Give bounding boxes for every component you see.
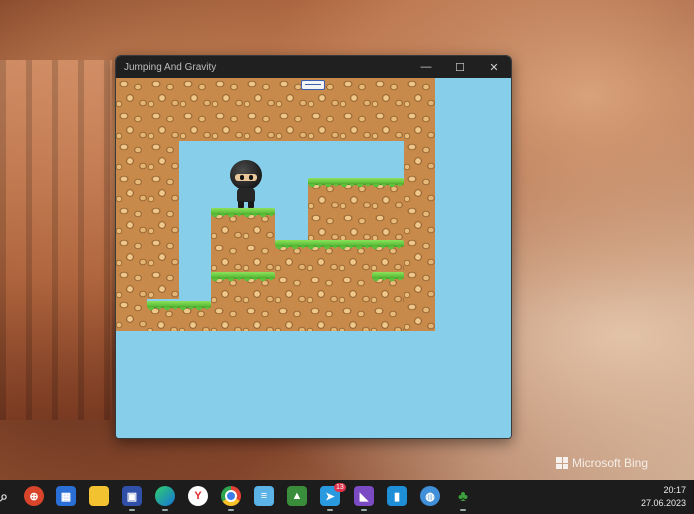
- window-controls: — ☐ ✕: [409, 56, 511, 78]
- yandex-icon[interactable]: Y: [188, 486, 208, 506]
- taskbar-running-indicator: [327, 509, 333, 511]
- taskbar-running-indicator: [162, 509, 168, 511]
- floppy-app-icon[interactable]: ▣: [122, 486, 142, 506]
- store-icon[interactable]: ▦: [56, 486, 76, 506]
- rock-wall-top: [116, 78, 435, 141]
- edge-icon[interactable]: [155, 486, 175, 506]
- player-body: [237, 188, 255, 202]
- player-eye-right: [249, 175, 253, 180]
- taskbar-running-indicator: [460, 509, 466, 511]
- window-title: Jumping And Gravity: [124, 61, 217, 73]
- grass-platform: [308, 178, 404, 188]
- ninja-player: [228, 160, 264, 208]
- image-editor-icon[interactable]: ▲: [287, 486, 307, 506]
- watermark-text: Microsoft Bing: [572, 456, 649, 470]
- game-window[interactable]: Jumping And Gravity — ☐ ✕: [115, 55, 512, 439]
- close-button[interactable]: ✕: [477, 56, 511, 78]
- minimize-button[interactable]: —: [409, 56, 443, 78]
- grass-platform: [275, 240, 404, 250]
- player-leg-left: [238, 201, 244, 208]
- maximize-button[interactable]: ☐: [443, 56, 477, 78]
- grass-platform: [211, 272, 275, 282]
- bing-watermark: Microsoft Bing: [556, 456, 648, 470]
- player-leg-right: [248, 201, 254, 208]
- grass-platform: [372, 272, 404, 282]
- taskbar-running-indicator: [228, 509, 234, 511]
- game-canvas[interactable]: [116, 78, 511, 438]
- grass-platform: [147, 301, 211, 311]
- globe-app-icon[interactable]: ◍: [420, 486, 440, 506]
- rock-floor-left: [116, 299, 147, 331]
- notepad-icon[interactable]: ≡: [254, 486, 274, 506]
- remote-desktop-icon[interactable]: ⊕: [24, 486, 44, 506]
- rock-wall-right: [404, 141, 435, 331]
- visual-studio-icon[interactable]: ◣: [354, 486, 374, 506]
- search-icon[interactable]: ⌕: [0, 486, 14, 506]
- taskbar: ⌕ ⊕ ▦ ▣ Y ≡ ▲ ➤ 13 ◣ ▮ ◍ ♣ 20:17 27.06.2…: [0, 480, 694, 514]
- microsoft-logo-icon: [556, 457, 568, 469]
- tree-app-icon[interactable]: ♣: [453, 486, 473, 506]
- clock-date: 27.06.2023: [640, 498, 686, 508]
- taskbar-running-indicator: [361, 509, 367, 511]
- title-bar[interactable]: Jumping And Gravity — ☐ ✕: [116, 56, 511, 78]
- taskbar-running-indicator: [129, 509, 135, 511]
- rock-upper-platform: [308, 180, 404, 242]
- hud-indicator: [301, 80, 325, 90]
- file-explorer-icon[interactable]: [89, 486, 109, 506]
- grass-platform: [211, 208, 275, 218]
- player-face-band: [235, 174, 257, 181]
- telegram-notification-badge: 13: [334, 483, 346, 492]
- system-clock[interactable]: 20:17 27.06.2023: [626, 484, 686, 510]
- rock-wall-left: [116, 141, 179, 299]
- chrome-icon[interactable]: [221, 486, 241, 506]
- app-icon[interactable]: ▮: [387, 486, 407, 506]
- player-eye-left: [240, 175, 244, 180]
- wallpaper-temple: [0, 60, 112, 420]
- rock-column-middle: [211, 210, 275, 305]
- clock-time: 20:17: [663, 485, 686, 495]
